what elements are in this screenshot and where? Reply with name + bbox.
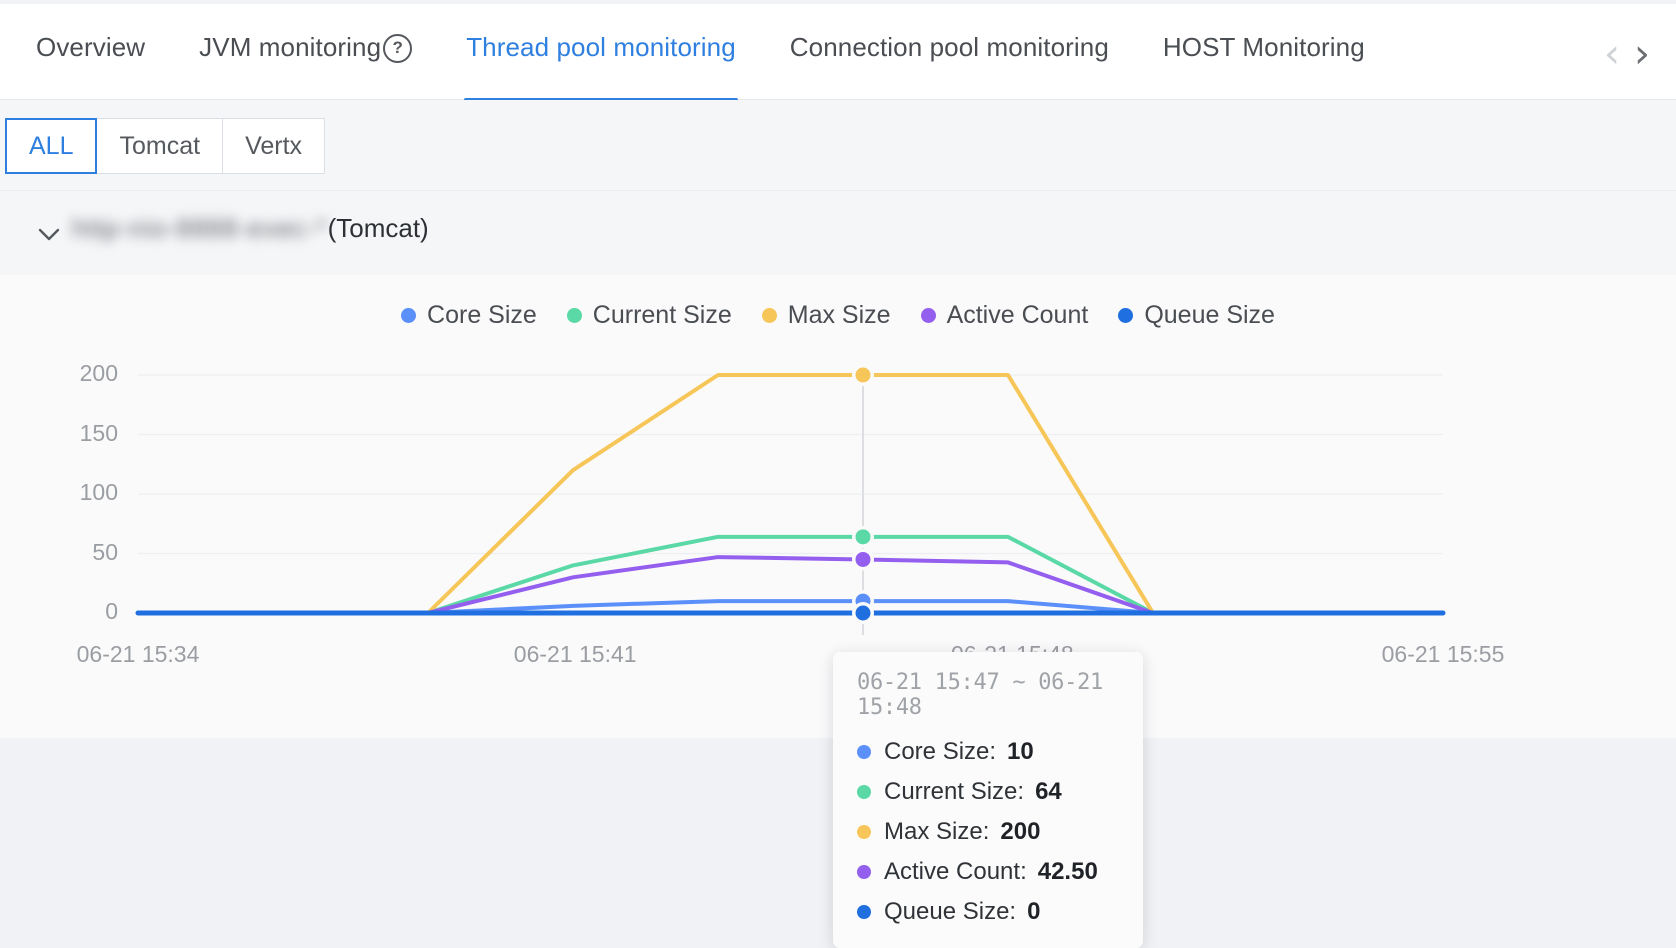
tooltip-series-value: 200 — [1000, 818, 1041, 845]
tooltip-series-name: Current Size: — [884, 778, 1025, 805]
tooltip-row: Current Size: 64 — [833, 772, 1143, 812]
pool-group-header[interactable]: http-nio-8888-exec-* (Tomcat) — [0, 190, 1676, 276]
help-icon[interactable]: ? — [383, 34, 413, 63]
tooltip-series-value: 64 — [1035, 778, 1062, 805]
tab-label: Thread pool monitoring — [466, 32, 736, 62]
tooltip-series-dot-icon — [857, 905, 871, 919]
filter-button-tomcat[interactable]: Tomcat — [96, 118, 224, 174]
x-axis-tick-label: 06-21 15:34 — [76, 641, 200, 667]
y-axis-tick-label: 150 — [79, 419, 118, 446]
tooltip-row: Queue Size: 0 — [833, 892, 1143, 932]
y-axis-tick-label: 100 — [79, 479, 118, 505]
chevron-right-icon[interactable]: › — [1634, 34, 1650, 74]
pool-name-redacted: http-nio-8888-exec-* — [72, 213, 328, 243]
filter-button-vertx[interactable]: Vertx — [222, 118, 326, 174]
tooltip-series-dot-icon — [857, 785, 871, 799]
tab-label: Overview — [36, 32, 146, 62]
chart-series-line-active-count — [136, 555, 1445, 615]
chart-point-current-size — [852, 525, 874, 548]
x-axis-tick-label: 06-21 15:41 — [513, 641, 637, 667]
tooltip-series-value: 10 — [1007, 738, 1034, 765]
chevron-down-icon[interactable] — [36, 221, 62, 247]
filter-button-all[interactable]: ALL — [5, 118, 98, 174]
thread-pool-monitoring-page: Overview JVM monitoring? Thread pool monit… — [0, 0, 1676, 948]
tab-label: JVM monitoring — [199, 32, 382, 62]
chart-point-active-count — [852, 548, 874, 571]
tooltip-series-name: Core Size: — [884, 738, 997, 765]
tab-bar: Overview JVM monitoring? Thread pool monit… — [0, 4, 1676, 103]
filter-row: ALL Tomcat Vertx — [0, 100, 1676, 275]
x-axis-tick-label: 06-21 15:55 — [1381, 641, 1505, 667]
tooltip-row: Active Count: 42.50 — [833, 852, 1143, 892]
tooltip-rows: Core Size: 10 Current Size: 64 Max Size: 200 A… — [833, 732, 1143, 932]
tooltip-series-value: 0 — [1027, 898, 1041, 925]
pool-type-button-group: ALL Tomcat Vertx — [5, 118, 326, 174]
tab-label: Connection pool monitoring — [789, 32, 1109, 62]
tooltip-series-dot-icon — [857, 745, 871, 759]
tab-overview[interactable]: Overview — [36, 32, 145, 63]
tooltip-row: Max Size: 200 — [833, 812, 1143, 852]
y-axis-tick-label: 0 — [105, 598, 118, 624]
y-axis-tick-label: 200 — [79, 360, 118, 386]
tab-host-monitoring[interactable]: HOST Monitoring — [1163, 32, 1365, 63]
tab-label: HOST Monitoring — [1162, 32, 1365, 62]
thread-pool-chart-panel: Core Size Current Size Max Size Active Coun… — [0, 275, 1676, 948]
tooltip-series-dot-icon — [857, 825, 871, 839]
chart-point-queue-size — [852, 602, 874, 624]
pool-name: http-nio-8888-exec-* (Tomcat) — [72, 213, 429, 244]
y-axis-tick-label: 50 — [92, 538, 118, 565]
tab-jvm-monitoring[interactable]: JVM monitoring? — [199, 32, 413, 63]
chart-tooltip: 06-21 15:47 ~ 06-21 15:48 Core Size: 10 Cu… — [833, 652, 1143, 948]
chevron-left-icon[interactable]: ‹ — [1604, 34, 1620, 74]
chart-point-max-size — [852, 364, 874, 386]
tooltip-row: Core Size: 10 — [833, 732, 1143, 772]
tooltip-time-range: 06-21 15:47 ~ 06-21 15:48 — [857, 670, 1103, 720]
tab-thread-pool-monitoring[interactable]: Thread pool monitoring — [464, 32, 738, 103]
tab-connection-pool-monitoring[interactable]: Connection pool monitoring — [790, 32, 1109, 63]
pool-type-label: (Tomcat) — [327, 213, 429, 243]
tooltip-series-dot-icon — [857, 865, 871, 879]
tooltip-series-name: Active Count: — [884, 858, 1027, 885]
tooltip-series-value: 42.50 — [1037, 858, 1098, 885]
tooltip-series-name: Queue Size: — [884, 898, 1017, 925]
tab-list: Overview JVM monitoring? Thread pool monit… — [36, 32, 1419, 103]
tab-nav-arrows: ‹ › — [1604, 34, 1650, 74]
tooltip-series-name: Max Size: — [884, 818, 990, 845]
